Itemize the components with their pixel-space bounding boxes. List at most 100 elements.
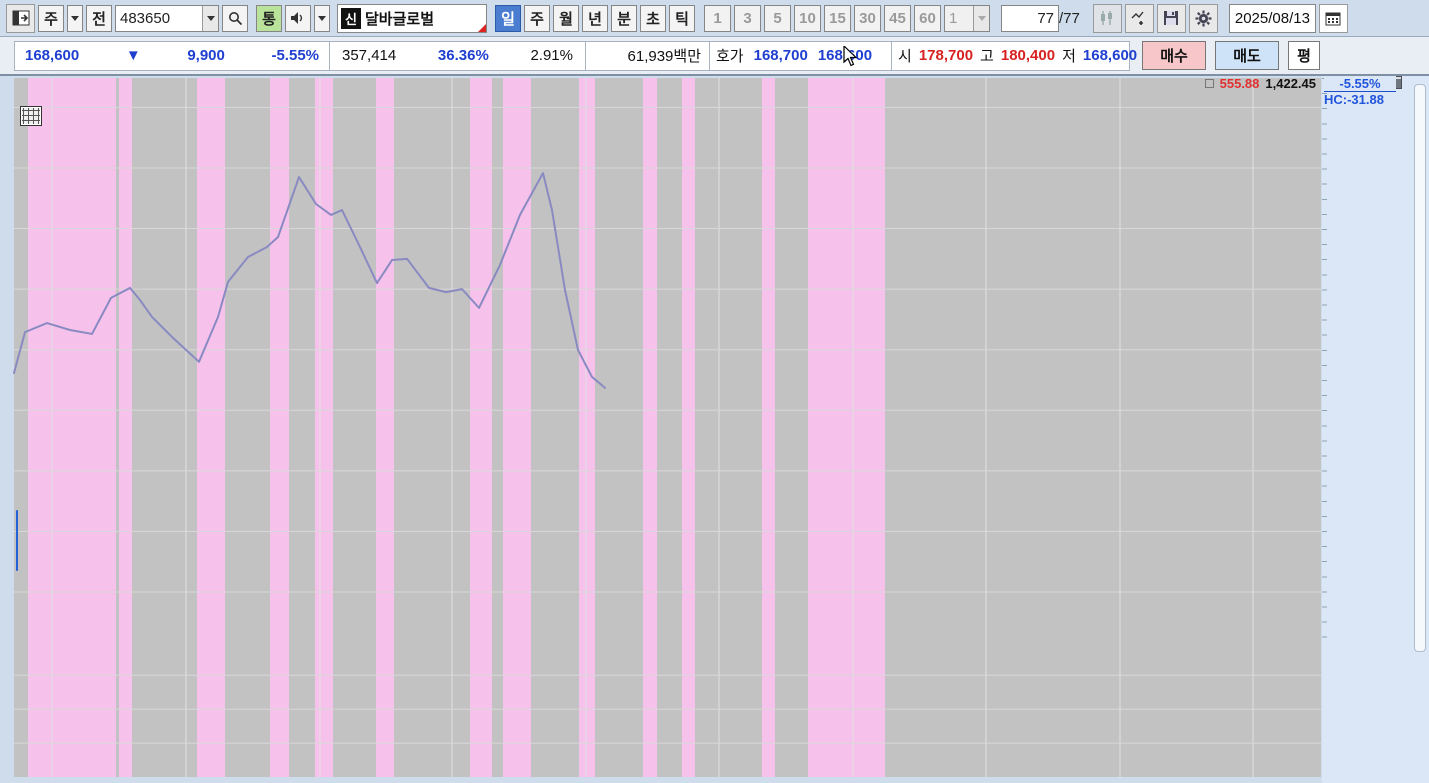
buy-button[interactable]: 매수	[1142, 41, 1206, 70]
period-week-button[interactable]: 주	[524, 4, 550, 32]
highlight-stripe	[270, 78, 289, 777]
settings-button[interactable]	[1188, 3, 1218, 33]
calendar-icon	[1325, 12, 1341, 25]
trade-amount-box: 61,939백만	[586, 40, 710, 71]
stock-name-box[interactable]: 신 달바글로벌	[337, 3, 487, 33]
minute-5-button[interactable]: 5	[764, 4, 791, 32]
chart-canvas[interactable]	[0, 76, 1429, 783]
price-axis-panel: LC:61.19 HC:-31.88 168,600 -5.55%	[1322, 76, 1429, 783]
corner-marker-icon	[478, 23, 486, 32]
down-arrow-icon: ▼	[125, 47, 141, 64]
period-month-button[interactable]: 월	[553, 4, 579, 32]
stock-code-input[interactable]: 483650	[116, 10, 202, 27]
minute-combo-dropdown[interactable]	[973, 5, 989, 31]
chart-kind-button[interactable]: 주	[38, 4, 64, 32]
tong-button[interactable]: 통	[256, 4, 282, 32]
hoga-box: 호가 168,700 168,600	[710, 40, 892, 71]
sound-dropdown[interactable]	[314, 4, 330, 32]
window-layout-icon	[12, 10, 29, 26]
period-minute-button[interactable]: 분	[611, 4, 637, 32]
speaker-icon	[291, 12, 303, 24]
chart-kind-dropdown[interactable]	[67, 4, 83, 32]
hc-value: HC:-31.88	[1324, 92, 1384, 107]
line-chart-icon	[1131, 11, 1144, 25]
calendar-button[interactable]	[1318, 3, 1348, 33]
period-tick-button[interactable]: 틱	[669, 4, 695, 32]
trade-amount: 61,939백만	[627, 48, 701, 65]
prev-stock-button[interactable]: 전	[86, 4, 112, 32]
date-input[interactable]: 2025/08/13	[1228, 3, 1316, 33]
code-dropdown[interactable]	[202, 5, 218, 31]
bar-count-total: /77	[1059, 9, 1080, 27]
minute-60-button[interactable]: 60	[914, 4, 941, 32]
avg-button[interactable]: 평	[1288, 41, 1320, 70]
sell-button[interactable]: 매도	[1215, 41, 1279, 70]
minute-45-button[interactable]: 45	[884, 4, 911, 32]
volume-ratio: 2.91%	[530, 47, 573, 64]
high-price: 180,400	[1000, 47, 1056, 64]
period-year-button[interactable]: 년	[582, 4, 608, 32]
volume-ma2-value: 1,422.45	[1265, 76, 1316, 91]
ask-price: 168,700	[753, 47, 808, 64]
line-tool-button[interactable]	[1124, 3, 1154, 33]
candle-tool-button[interactable]	[1092, 3, 1122, 33]
bar-count-input[interactable]: 77	[1001, 4, 1059, 32]
open-price: 178,700	[918, 47, 974, 64]
save-button[interactable]	[1156, 3, 1186, 33]
quote-bar: 168,600 ▼ 9,900 -5.55% 357,414 36.36% 2.…	[0, 37, 1429, 76]
legend-box-icon	[1204, 79, 1214, 88]
price-summary: 168,600 ▼ 9,900 -5.55%	[14, 40, 330, 71]
search-icon	[228, 11, 242, 25]
search-button[interactable]	[222, 4, 248, 32]
mouse-cursor	[843, 46, 858, 67]
volume-legend: 555.88 1,422.45	[1204, 76, 1316, 91]
current-price: 168,600	[25, 47, 80, 64]
highlight-stripe	[503, 78, 531, 777]
minute-15-button[interactable]: 15	[824, 4, 851, 32]
main-toolbar: 주 전 483650 통 신 달바글로벌 일 주 월 년 분 초 틱 1 3 5…	[0, 0, 1429, 37]
highlight-stripe	[28, 78, 116, 777]
minute-30-button[interactable]: 30	[854, 4, 881, 32]
highlight-stripe	[643, 78, 657, 777]
price-change-pct: -5.55%	[271, 47, 319, 64]
price-change: 9,900	[187, 47, 225, 64]
candlestick-icon	[1101, 11, 1113, 25]
bar-count: 77 /77	[1001, 4, 1080, 32]
highlight-stripe	[762, 78, 775, 777]
stock-name: 달바글로벌	[365, 10, 435, 28]
period-day-button[interactable]: 일	[495, 4, 521, 32]
volume-ma1-value: 555.88	[1219, 76, 1260, 91]
window-layout-button[interactable]	[6, 3, 35, 33]
chart-area: LC:61.19 HC:-31.88 168,600 -5.55% 555.88…	[0, 76, 1429, 783]
volume-summary: 357,414 36.36% 2.91%	[330, 40, 586, 71]
hoga-label: 호가	[716, 48, 744, 65]
chevron-down-icon	[977, 15, 986, 21]
sound-button[interactable]	[285, 4, 311, 32]
highlight-stripe	[470, 78, 492, 777]
highlight-stripe	[808, 78, 885, 777]
highlight-stripe	[682, 78, 695, 777]
open-label: 시	[898, 48, 912, 65]
gear-icon	[1195, 10, 1212, 26]
high-label: 고	[980, 48, 994, 65]
minute-combo-value: 1	[949, 9, 958, 27]
axis-minor-ticks	[1322, 78, 1327, 650]
highlight-stripe	[197, 78, 225, 777]
minute-1-button[interactable]: 1	[704, 4, 731, 32]
axis-scrollbar[interactable]	[1414, 84, 1426, 652]
chevron-down-icon	[71, 15, 79, 21]
highlight-stripe	[119, 78, 132, 777]
low-label: 저	[1062, 48, 1076, 65]
highlight-stripe	[579, 78, 595, 777]
save-icon	[1164, 11, 1179, 25]
current-pct-axis-label: -5.55%	[1324, 76, 1396, 91]
stock-code-combo[interactable]: 483650	[115, 4, 219, 32]
turnover-rate: 36.36%	[437, 47, 489, 64]
new-stock-badge: 신	[341, 7, 361, 29]
data-grid-icon[interactable]	[20, 106, 42, 126]
minute-3-button[interactable]: 3	[734, 4, 761, 32]
low-price: 168,600	[1082, 47, 1138, 64]
minute-10-button[interactable]: 10	[794, 4, 821, 32]
period-second-button[interactable]: 초	[640, 4, 666, 32]
minute-combo[interactable]: 1	[944, 4, 990, 32]
